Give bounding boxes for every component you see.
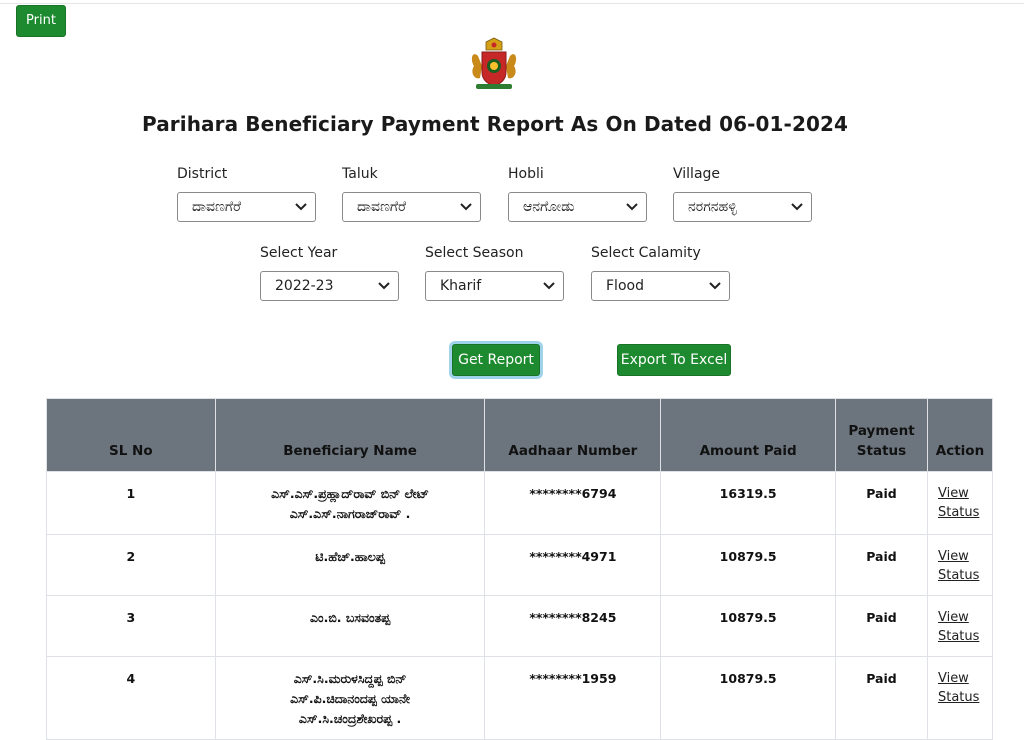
cell-beneficiary-name: ಎಂ.ಬಿ. ಬಸವಂತಪ್ಪ <box>214 595 486 657</box>
view-status-link[interactable]: View Status <box>938 484 988 522</box>
cell-action: View Status <box>926 656 994 740</box>
get-report-button[interactable]: Get Report <box>452 344 540 376</box>
chevron-down-icon <box>791 203 803 211</box>
status-link-text: Status <box>937 568 980 583</box>
header-beneficiary-name: Beneficiary Name <box>214 398 486 472</box>
hobli-value: ಆನಗೋಡು <box>523 199 575 215</box>
view-link-text: View <box>937 610 969 625</box>
village-label: Village <box>673 166 721 182</box>
season-label: Select Season <box>425 245 524 261</box>
cell-aadhaar: ********1959 <box>484 656 662 740</box>
cell-sl-no: 3 <box>46 595 216 657</box>
chevron-down-icon <box>460 203 472 211</box>
top-divider <box>0 3 1024 4</box>
table-row: 1 ಎಸ್.ಎಸ್.ಪ್ರಹ್ಲಾದ್‌ರಾವ್ ಬಿನ್ ಲೇಟ್ ಎಸ್.ಎ… <box>46 471 994 535</box>
table-row: 4 ಎಸ್.ಸಿ.ಮರುಳಸಿದ್ದಪ್ಪ ಬಿನ್ ಎಸ್.ಪಿ.ಚಿದಾನಂ… <box>46 656 994 740</box>
cell-status: Paid <box>835 595 928 657</box>
cell-sl-no: 1 <box>46 471 216 535</box>
cell-beneficiary-name: ಎಸ್.ಎಸ್.ಪ್ರಹ್ಲಾದ್‌ರಾವ್ ಬಿನ್ ಲೇಟ್ ಎಸ್.ಎಸ್… <box>214 471 486 535</box>
taluk-value: ದಾವಣಗೆರೆ <box>357 199 406 215</box>
cell-aadhaar: ********6794 <box>484 471 662 535</box>
cell-status: Paid <box>835 656 928 740</box>
cell-action: View Status <box>926 534 994 596</box>
view-status-link[interactable]: View Status <box>938 608 988 646</box>
district-value: ದಾವಣಗೆರೆ <box>192 199 241 215</box>
village-select[interactable]: ನರಗನಹಳ್ಳಿ <box>673 192 812 222</box>
cell-sl-no: 4 <box>46 656 216 740</box>
table-header-row: SL No Beneficiary Name Aadhaar Number Am… <box>46 398 994 472</box>
print-button[interactable]: Print <box>16 5 66 37</box>
cell-aadhaar: ********8245 <box>484 595 662 657</box>
view-link-text: View <box>937 549 969 564</box>
beneficiary-table: SL No Beneficiary Name Aadhaar Number Am… <box>46 398 994 740</box>
cell-amount: 16319.5 <box>660 471 837 535</box>
cell-action: View Status <box>926 595 994 657</box>
header-sl-no: SL No <box>46 398 216 472</box>
year-label: Select Year <box>260 245 338 261</box>
village-value: ನರಗನಹಳ್ಳಿ <box>688 199 737 215</box>
chevron-down-icon <box>543 282 555 290</box>
calamity-label: Select Calamity <box>591 245 701 261</box>
header-aadhaar-number: Aadhaar Number <box>484 398 662 472</box>
taluk-select[interactable]: ದಾವಣಗೆರೆ <box>342 192 481 222</box>
view-status-link[interactable]: View Status <box>938 669 988 707</box>
view-link-text: View <box>937 486 969 501</box>
table-row: 3 ಎಂ.ಬಿ. ಬಸವಂತಪ್ಪ ********8245 10879.5 P… <box>46 595 994 657</box>
chevron-down-icon <box>295 203 307 211</box>
status-link-text: Status <box>937 629 980 644</box>
year-value: 2022-23 <box>275 278 334 294</box>
view-link-text: View <box>937 671 969 686</box>
karnataka-emblem-icon <box>471 37 517 89</box>
cell-amount: 10879.5 <box>660 595 837 657</box>
district-label: District <box>177 166 228 182</box>
calamity-select[interactable]: Flood <box>591 271 730 301</box>
header-amount-paid: Amount Paid <box>660 398 837 472</box>
header-action: Action <box>926 398 994 472</box>
chevron-down-icon <box>709 282 721 290</box>
report-title: Parihara Beneficiary Payment Report As O… <box>141 112 849 136</box>
export-to-excel-button[interactable]: Export To Excel <box>617 344 731 376</box>
header-payment-status: Payment Status <box>835 398 928 472</box>
district-select[interactable]: ದಾವಣಗೆರೆ <box>177 192 316 222</box>
season-select[interactable]: Kharif <box>425 271 564 301</box>
cell-amount: 10879.5 <box>660 656 837 740</box>
calamity-value: Flood <box>606 278 644 294</box>
cell-aadhaar: ********4971 <box>484 534 662 596</box>
season-value: Kharif <box>440 278 482 294</box>
cell-sl-no: 2 <box>46 534 216 596</box>
cell-status: Paid <box>835 471 928 535</box>
report-page: Print Parihara Beneficiary Payment Repor… <box>0 0 1024 740</box>
cell-beneficiary-name: ಟಿ.ಹೆಚ್.ಹಾಲಪ್ಪ <box>214 534 486 596</box>
table-row: 2 ಟಿ.ಹೆಚ್.ಹಾಲಪ್ಪ ********4971 10879.5 Pa… <box>46 534 994 596</box>
chevron-down-icon <box>626 203 638 211</box>
cell-action: View Status <box>926 471 994 535</box>
cell-amount: 10879.5 <box>660 534 837 596</box>
hobli-select[interactable]: ಆನಗೋಡು <box>508 192 647 222</box>
year-select[interactable]: 2022-23 <box>260 271 399 301</box>
status-link-text: Status <box>937 505 980 520</box>
cell-status: Paid <box>835 534 928 596</box>
chevron-down-icon <box>378 282 390 290</box>
hobli-label: Hobli <box>508 166 544 182</box>
cell-beneficiary-name: ಎಸ್.ಸಿ.ಮರುಳಸಿದ್ದಪ್ಪ ಬಿನ್ ಎಸ್.ಪಿ.ಚಿದಾನಂದಪ… <box>214 656 486 740</box>
status-link-text: Status <box>937 690 980 705</box>
taluk-label: Taluk <box>342 166 378 182</box>
view-status-link[interactable]: View Status <box>938 547 988 585</box>
